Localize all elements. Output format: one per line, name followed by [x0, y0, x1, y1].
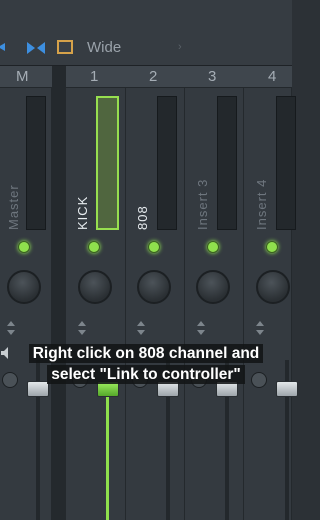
channel-name-insert-3: Insert 3	[195, 178, 210, 230]
level-meter-master	[26, 96, 46, 230]
up-down-arrows-icon[interactable]	[196, 320, 206, 336]
link-routing-icon[interactable]	[26, 40, 46, 56]
level-meter-808	[157, 96, 177, 230]
channel-name-808: 808	[135, 205, 150, 230]
enable-led-kick[interactable]	[88, 241, 100, 253]
caption-line-1: Right click on 808 channel and	[28, 344, 264, 363]
chevron-right-icon[interactable]: ›	[178, 41, 182, 53]
volume-fader-track-kick[interactable]	[106, 396, 109, 520]
enable-led-insert-4[interactable]	[266, 241, 278, 253]
up-down-arrows-icon[interactable]	[77, 320, 87, 336]
arrow-left-icon[interactable]	[0, 41, 8, 53]
channel-number-4: 4	[268, 68, 277, 85]
enable-led-insert-3[interactable]	[207, 241, 219, 253]
pan-knob-kick[interactable]	[78, 270, 112, 304]
up-down-arrows-icon[interactable]	[255, 320, 265, 336]
channel-name-kick: KICK	[75, 195, 90, 230]
instruction-caption: Right click on 808 channel and select "L…	[12, 343, 280, 385]
up-down-arrows-icon[interactable]	[6, 320, 16, 336]
channel-name-insert-4: Insert 4	[254, 178, 269, 230]
mixer-toolbar: Wide ›	[0, 0, 292, 66]
pan-knob-master[interactable]	[7, 270, 41, 304]
pan-knob-808[interactable]	[137, 270, 171, 304]
window-icon[interactable]	[57, 40, 73, 54]
channel-name-master: Master	[6, 184, 21, 230]
channel-number-master: M	[16, 68, 29, 85]
caption-line-2: select "Link to controller"	[47, 365, 245, 384]
level-meter-insert-4	[276, 96, 296, 230]
pan-knob-insert-4[interactable]	[256, 270, 290, 304]
enable-led-master[interactable]	[18, 241, 30, 253]
channel-number-3: 3	[208, 68, 217, 85]
pan-knob-insert-3[interactable]	[196, 270, 230, 304]
channel-number-2: 2	[149, 68, 158, 85]
enable-led-808[interactable]	[148, 241, 160, 253]
level-meter-kick	[96, 96, 119, 230]
up-down-arrows-icon[interactable]	[136, 320, 146, 336]
view-mode-label[interactable]: Wide	[87, 39, 121, 56]
strip-divider	[52, 66, 66, 520]
channel-number-1: 1	[90, 68, 99, 85]
level-meter-insert-3	[217, 96, 237, 230]
channel-number-row: M 1 2 3 4	[0, 66, 292, 88]
